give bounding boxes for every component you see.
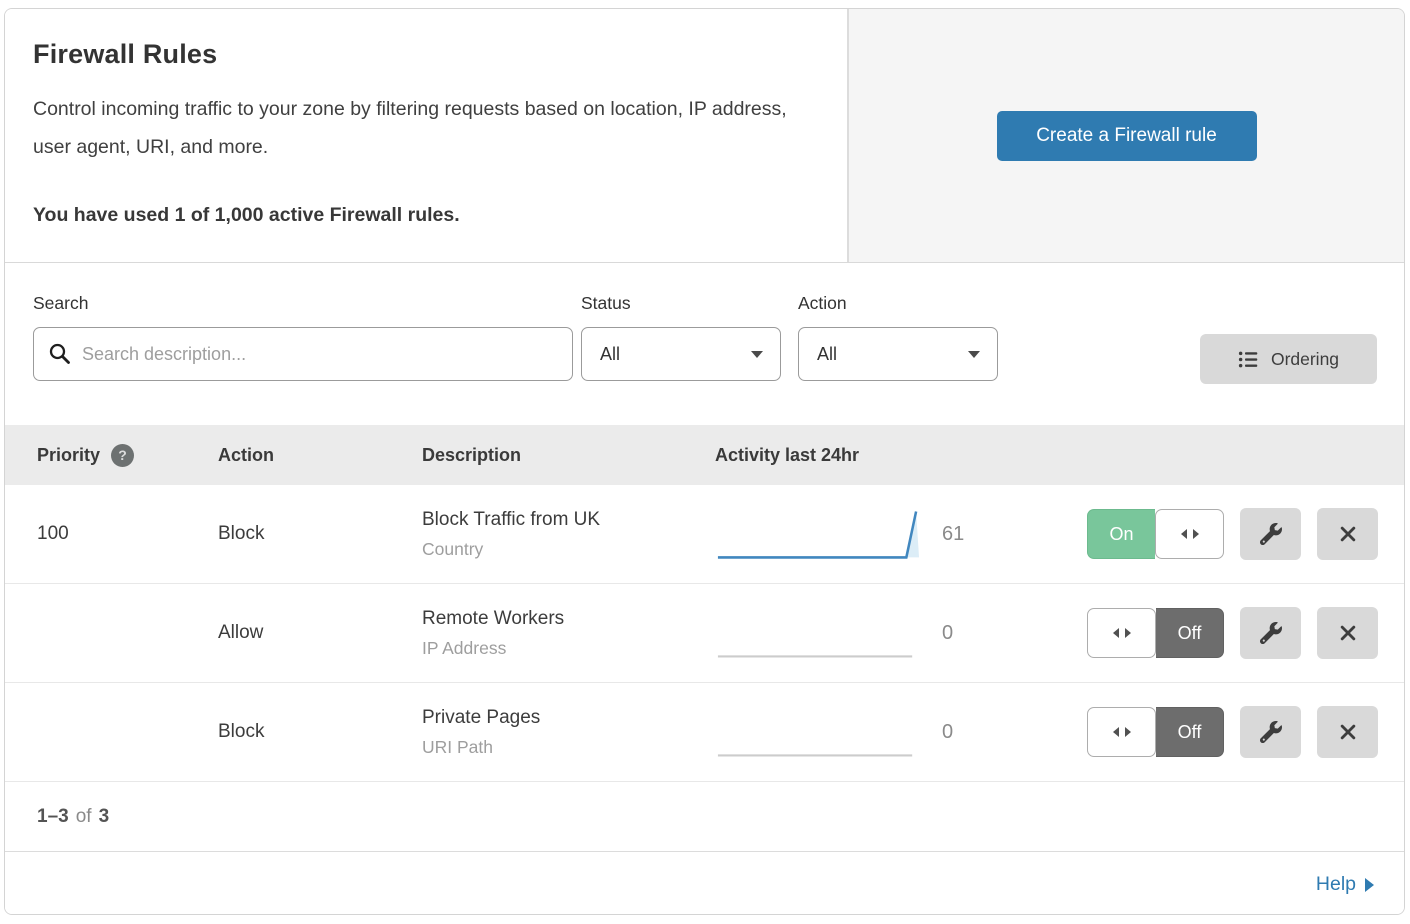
ordered-list-icon	[1238, 349, 1259, 370]
triangle-left-icon	[1113, 628, 1119, 638]
firewall-rules-panel: Firewall Rules Control incoming traffic …	[4, 8, 1405, 915]
status-selected-value: All	[600, 344, 620, 365]
status-select[interactable]: All	[581, 327, 781, 381]
activity-count: 0	[942, 622, 953, 645]
column-action: Action	[218, 445, 422, 466]
help-footer: Help	[5, 851, 1404, 915]
rule-description-cell: Remote Workers IP Address	[422, 608, 715, 659]
delete-rule-button[interactable]	[1317, 706, 1378, 758]
header-action-panel: Create a Firewall rule	[847, 9, 1404, 262]
rule-enabled-toggle[interactable]: On	[1087, 509, 1224, 559]
pagination-bar: 1–3 of 3	[5, 782, 1404, 851]
triangle-right-icon	[1193, 529, 1199, 539]
pagination-range: 1–3	[37, 806, 69, 828]
search-input[interactable]	[33, 327, 573, 381]
page-title: Firewall Rules	[33, 39, 811, 70]
column-description: Description	[422, 445, 715, 466]
rule-enabled-toggle[interactable]: Off	[1087, 608, 1224, 658]
header-section: Firewall Rules Control incoming traffic …	[5, 9, 1404, 263]
rule-action: Block	[218, 523, 422, 545]
ordering-button[interactable]: Ordering	[1200, 334, 1377, 384]
filter-bar: Search Status All Action All	[5, 263, 1404, 425]
rule-description: Private Pages	[422, 707, 715, 729]
priority-header-label: Priority	[37, 445, 100, 466]
edit-rule-button[interactable]	[1240, 706, 1301, 758]
toggle-handle[interactable]	[1087, 608, 1156, 658]
rule-controls: Off	[997, 706, 1404, 758]
close-icon	[1338, 623, 1358, 643]
delete-rule-button[interactable]	[1317, 607, 1378, 659]
rule-match-type: Country	[422, 539, 715, 560]
activity-sparkline	[715, 604, 920, 662]
help-label: Help	[1316, 873, 1356, 896]
toggle-state-label: Off	[1156, 608, 1224, 658]
toggle-handle[interactable]	[1155, 509, 1224, 559]
table-row: Block Private Pages URI Path 0 Off	[5, 683, 1404, 782]
column-priority: Priority ?	[37, 444, 218, 467]
rule-controls: Off	[997, 607, 1404, 659]
ordering-button-label: Ordering	[1271, 349, 1339, 370]
wrench-icon	[1260, 721, 1282, 743]
action-filter-group: Action All	[798, 293, 998, 381]
triangle-right-icon	[1125, 628, 1131, 638]
status-label: Status	[581, 293, 781, 314]
table-header-row: Priority ? Action Description Activity l…	[5, 425, 1404, 485]
wrench-icon	[1260, 523, 1282, 545]
help-link[interactable]: Help	[1316, 873, 1374, 896]
rule-priority: 100	[37, 523, 218, 545]
table-row: 100 Block Block Traffic from UK Country …	[5, 485, 1404, 584]
rule-action: Block	[218, 721, 422, 743]
toggle-handle[interactable]	[1087, 707, 1156, 757]
activity-count: 61	[942, 523, 964, 546]
chevron-down-icon	[751, 351, 763, 358]
edit-rule-button[interactable]	[1240, 508, 1301, 560]
status-filter-group: Status All	[581, 293, 781, 381]
table-row: Allow Remote Workers IP Address 0 Off	[5, 584, 1404, 683]
usage-note: You have used 1 of 1,000 active Firewall…	[33, 204, 811, 227]
toggle-state-label: Off	[1156, 707, 1224, 757]
header-text-block: Firewall Rules Control incoming traffic …	[5, 9, 847, 262]
triangle-left-icon	[1113, 727, 1119, 737]
action-select[interactable]: All	[798, 327, 998, 381]
search-group: Search	[33, 293, 573, 381]
rule-controls: On	[997, 508, 1404, 560]
rule-description-cell: Block Traffic from UK Country	[422, 509, 715, 560]
activity-cell: 61	[715, 505, 997, 563]
priority-help-icon[interactable]: ?	[111, 444, 134, 467]
column-activity: Activity last 24hr	[715, 445, 997, 466]
triangle-right-icon	[1125, 727, 1131, 737]
search-label: Search	[33, 293, 573, 314]
rule-description: Block Traffic from UK	[422, 509, 715, 531]
triangle-left-icon	[1181, 529, 1187, 539]
edit-rule-button[interactable]	[1240, 607, 1301, 659]
activity-sparkline	[715, 703, 920, 761]
rule-match-type: IP Address	[422, 638, 715, 659]
pagination-of: of	[76, 806, 92, 828]
rule-action: Allow	[218, 622, 422, 644]
rule-match-type: URI Path	[422, 737, 715, 758]
rule-description: Remote Workers	[422, 608, 715, 630]
toggle-state-label: On	[1087, 509, 1155, 559]
delete-rule-button[interactable]	[1317, 508, 1378, 560]
page-description: Control incoming traffic to your zone by…	[33, 90, 803, 166]
wrench-icon	[1260, 622, 1282, 644]
activity-cell: 0	[715, 604, 997, 662]
create-firewall-rule-button[interactable]: Create a Firewall rule	[997, 111, 1257, 161]
activity-sparkline	[715, 505, 920, 563]
close-icon	[1338, 722, 1358, 742]
activity-count: 0	[942, 721, 953, 744]
action-label: Action	[798, 293, 998, 314]
search-field-wrap	[33, 327, 573, 381]
chevron-down-icon	[968, 351, 980, 358]
rule-enabled-toggle[interactable]: Off	[1087, 707, 1224, 757]
rule-description-cell: Private Pages URI Path	[422, 707, 715, 758]
arrow-right-icon	[1365, 878, 1374, 892]
activity-cell: 0	[715, 703, 997, 761]
action-selected-value: All	[817, 344, 837, 365]
pagination-total: 3	[99, 806, 110, 828]
search-icon	[48, 342, 72, 366]
close-icon	[1338, 524, 1358, 544]
